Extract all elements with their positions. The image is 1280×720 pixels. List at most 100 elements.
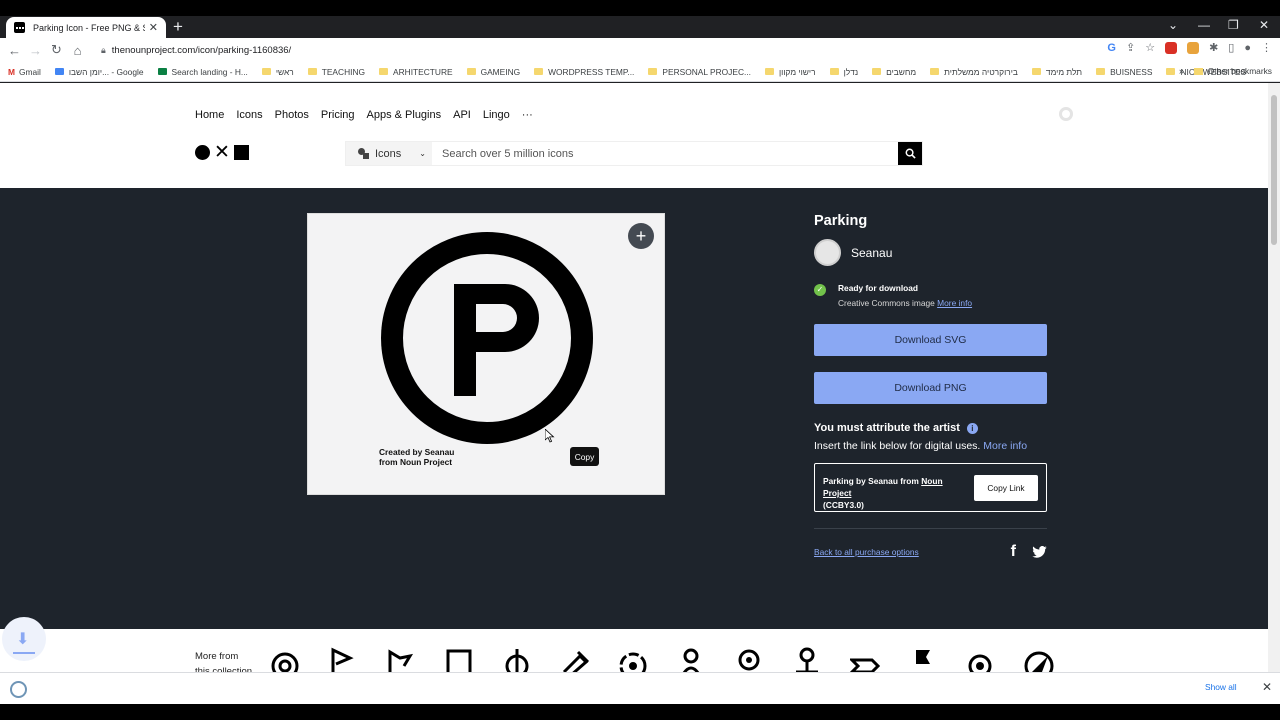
collection-icon-person[interactable]	[676, 646, 706, 672]
other-bookmarks[interactable]: Other bookmarks	[1193, 66, 1272, 76]
bookmarks-overflow-button[interactable]: »	[1179, 66, 1184, 76]
bookmark-calendar[interactable]: יומן השבו... - Google	[54, 67, 144, 77]
restore-button[interactable]: ❐	[1228, 18, 1239, 32]
browser-titlebar: Parking Icon - Free PNG & SVG 1 ✕ + ⌄ — …	[0, 0, 1280, 38]
tab-close-icon[interactable]: ✕	[149, 21, 158, 34]
download-item-icon[interactable]	[10, 681, 27, 698]
share-icon[interactable]: ⇪	[1126, 41, 1135, 54]
bookmark-folder[interactable]: בירוקרטיה ממשלתית	[930, 67, 1018, 77]
author-name[interactable]: Seanau	[851, 246, 892, 260]
calendar-icon	[54, 68, 64, 75]
bookmark-folder[interactable]: נדלן	[829, 67, 858, 77]
address-bar[interactable]: 🔒︎ thenounproject.com/icon/parking-11608…	[95, 41, 1150, 59]
download-arrow-icon: ⬇	[16, 631, 30, 648]
folder-icon	[1031, 68, 1041, 75]
screen-edge	[0, 704, 1280, 720]
collection-icon-pencil[interactable]	[560, 646, 590, 672]
menu-dots-icon[interactable]: ⋮	[1261, 41, 1272, 54]
nav-home[interactable]: Home	[195, 109, 224, 121]
nav-icons[interactable]: Icons	[236, 109, 262, 121]
bookmark-folder[interactable]: תלת מימד	[1031, 67, 1082, 77]
collection-icon-pin[interactable]	[734, 646, 764, 672]
home-icon[interactable]: ⌂	[67, 43, 88, 58]
close-window-button[interactable]: ✕	[1259, 18, 1269, 32]
collection-icon-target[interactable]	[502, 646, 532, 672]
bookmark-folder[interactable]: ARHITECTURE	[379, 67, 453, 77]
minimize-button[interactable]: —	[1198, 18, 1210, 32]
tab-search-icon[interactable]: ⌄	[1168, 18, 1178, 32]
nav-pricing[interactable]: Pricing	[321, 109, 355, 121]
bookmark-star-icon[interactable]: ☆	[1145, 41, 1155, 54]
noun-project-logo[interactable]: ✕	[195, 143, 249, 162]
collection-icon-navigation[interactable]	[1024, 646, 1054, 672]
collection-icon-flag-double[interactable]	[386, 646, 416, 672]
back-to-purchase-options-link[interactable]: Back to all purchase options	[814, 547, 919, 557]
close-downloads-bar-icon[interactable]: ✕	[1262, 680, 1272, 694]
extension-icon[interactable]	[1187, 41, 1200, 54]
collection-icon-flag-solid[interactable]	[908, 646, 938, 672]
extension-icon[interactable]	[1165, 41, 1178, 54]
copy-credit-button[interactable]: Copy	[570, 447, 599, 466]
logo-circle	[195, 145, 210, 160]
show-all-downloads-button[interactable]: Show all	[1205, 682, 1237, 692]
icon-credit: Created by Seanau from Noun Project	[379, 447, 454, 467]
attribution-heading-text: You must attribute the artist	[814, 422, 960, 434]
nav-more-menu[interactable]: ···	[522, 109, 533, 121]
bookmark-search-landing[interactable]: Search landing - H...	[157, 67, 248, 77]
google-icon[interactable]: G	[1107, 42, 1116, 54]
search-input[interactable]	[432, 142, 898, 165]
forward-arrow-icon[interactable]: →	[25, 43, 46, 58]
extensions-puzzle-icon[interactable]: ✱	[1209, 41, 1218, 54]
copy-link-button[interactable]: Copy Link	[974, 475, 1038, 501]
icon-preview: + Created by Seanau from Noun Project Co…	[307, 213, 665, 495]
add-to-collection-button[interactable]: +	[628, 223, 654, 249]
side-panel-icon[interactable]: ▯	[1228, 41, 1234, 54]
bookmark-folder[interactable]: GAMEING	[466, 67, 520, 77]
author-row[interactable]: Seanau	[814, 239, 1047, 266]
avatar[interactable]	[814, 239, 841, 266]
collection-icon-flag[interactable]	[328, 646, 358, 672]
lock-icon[interactable]: 🔒︎	[101, 45, 106, 56]
collection-icon-signal[interactable]	[966, 646, 996, 672]
nav-apps-plugins[interactable]: Apps & Plugins	[367, 109, 442, 121]
screen-edge	[0, 0, 1280, 16]
toolbar-icons: G ⇪ ☆ ✱ ▯ ● ⋮	[1107, 41, 1272, 54]
bookmark-folder[interactable]: BUISNESS	[1096, 67, 1152, 77]
url-text[interactable]: thenounproject.com/icon/parking-1160836/	[112, 45, 291, 56]
collection-icon-map-pin[interactable]	[792, 646, 822, 672]
new-tab-button[interactable]: +	[173, 18, 183, 35]
download-fab-button[interactable]: ⬇	[2, 617, 46, 661]
bookmark-folder[interactable]: PERSONAL PROJEC...	[648, 67, 751, 77]
folder-icon	[534, 68, 544, 75]
bookmark-folder[interactable]: TEACHING	[307, 67, 365, 77]
bookmark-gmail[interactable]: M Gmail	[8, 67, 41, 77]
download-svg-button[interactable]: Download SVG	[814, 324, 1047, 356]
info-icon[interactable]: i	[966, 422, 978, 434]
facebook-icon[interactable]: f	[1011, 543, 1016, 561]
collection-icon-location-pin[interactable]	[270, 646, 300, 672]
reload-icon[interactable]: ↻	[46, 42, 67, 58]
profile-icon[interactable]: ●	[1244, 42, 1251, 54]
attribution-more-info-link[interactable]: More info	[983, 440, 1027, 452]
download-png-button[interactable]: Download PNG	[814, 372, 1047, 404]
nav-api[interactable]: API	[453, 109, 471, 121]
collection-icon-frame[interactable]	[444, 646, 474, 672]
bookmark-folder[interactable]: WORDPRESS TEMP...	[534, 67, 634, 77]
nav-lingo[interactable]: Lingo	[483, 109, 510, 121]
twitter-icon[interactable]	[1032, 546, 1047, 558]
license-more-info-link[interactable]: More info	[937, 298, 972, 308]
browser-tab[interactable]: Parking Icon - Free PNG & SVG 1 ✕	[6, 17, 166, 38]
bookmark-folder[interactable]: ראשי	[261, 67, 294, 77]
collection-icon-compass[interactable]	[618, 646, 648, 672]
search-icon	[905, 148, 916, 159]
search-type-dropdown[interactable]: Icons ⌄	[346, 142, 432, 165]
search-button[interactable]	[898, 142, 922, 165]
page-scrollbar[interactable]	[1268, 83, 1280, 672]
back-arrow-icon[interactable]: ←	[4, 43, 25, 58]
scrollbar-thumb[interactable]	[1271, 95, 1277, 245]
bookmark-folder[interactable]: מחשבים	[872, 67, 916, 77]
bookmark-folder[interactable]: רישוי מקוון	[764, 67, 816, 77]
nav-photos[interactable]: Photos	[275, 109, 309, 121]
folder-icon	[379, 68, 389, 75]
collection-icon-arrow[interactable]	[850, 646, 880, 672]
